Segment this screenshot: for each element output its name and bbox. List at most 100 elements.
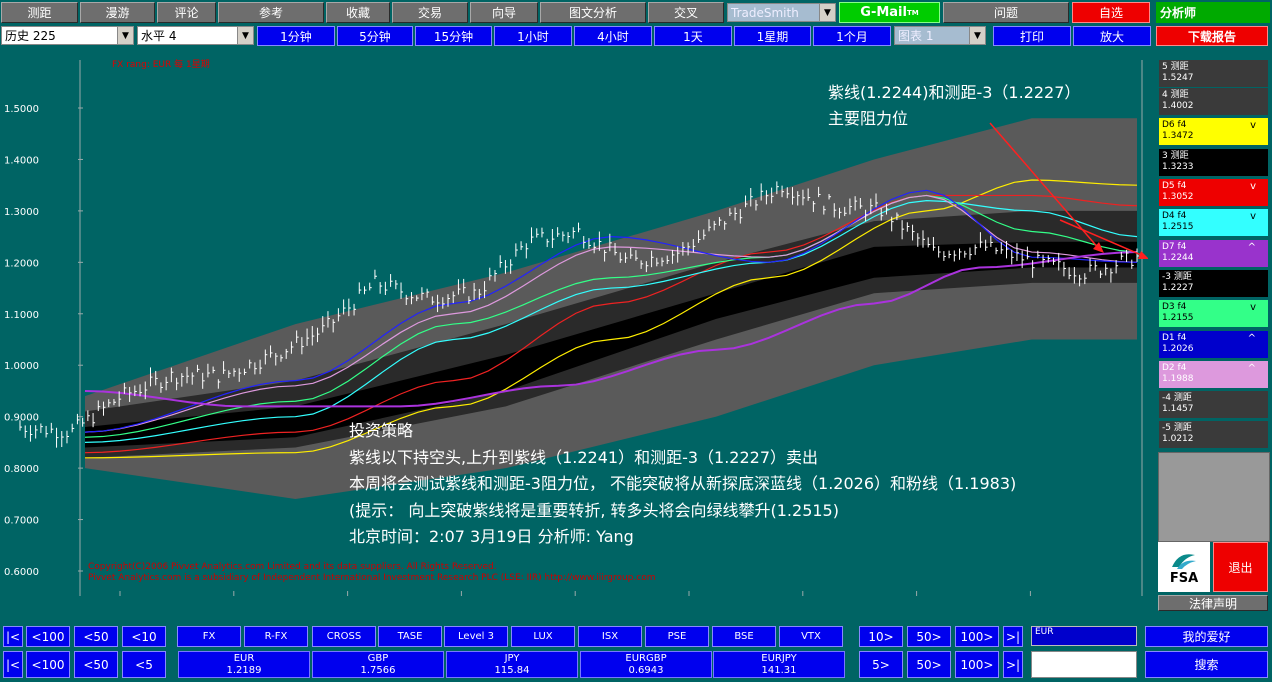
annotation-line1: 紫线(1.2244)和测距-3（1.2227） [828,83,1081,102]
nav-back-100-button[interactable]: <100 [26,626,70,647]
y-tick-label: 0.7000 [4,516,39,527]
quote-eurjpy[interactable]: EURJPY 141.31 [713,651,845,678]
exchange-isx-button[interactable]: ISX [578,626,642,647]
nav2-fwd-50-button[interactable]: 50> [907,651,951,678]
indicator-item[interactable]: D4 f4 1.2515 v [1159,209,1268,236]
nav2-first-button[interactable]: |< [3,651,23,678]
indicator-item[interactable]: 4 测距 1.4002 [1159,88,1268,115]
exchange-r-fx-button[interactable]: R-FX [244,626,308,647]
quote-jpy[interactable]: JPY 115.84 [446,651,578,678]
nav-back-50-button[interactable]: <50 [74,626,118,647]
quote-eurgbp[interactable]: EURGBP 0.6943 [580,651,712,678]
nav-comment[interactable]: 评论 [157,2,216,23]
nav2-back-100-button[interactable]: <100 [26,651,70,678]
indicator-item[interactable]: D5 f4 1.3052 v [1159,179,1268,206]
nav2-back-5-button[interactable]: <5 [122,651,166,678]
nav-favorites[interactable]: 收藏 [326,2,390,23]
copyright-line1: Copyright(C)2006 Pivvet Analytics.com Li… [88,562,497,572]
fsa-logo: FSA [1158,542,1210,592]
search-input[interactable] [1031,651,1137,678]
indicator-item[interactable]: -4 测距 1.1457 [1159,391,1268,418]
indicator-item[interactable]: D2 f4 1.1988 ^ [1159,361,1268,388]
indicator-item[interactable]: -5 测距 1.0212 [1159,421,1268,448]
nav-fwd-10-button[interactable]: 10> [859,626,903,647]
indicator-item[interactable]: -3 测距 1.2227 [1159,270,1268,297]
indicator-item[interactable]: D3 f4 1.2155 v [1159,300,1268,327]
copyright-line2: Pivvet Analytics.com is a subsidiary of … [88,573,656,583]
indicator-value: 1.2244 [1162,253,1194,263]
nav-wizard[interactable]: 向导 [470,2,538,23]
strategy-title: 投资策略 [349,421,414,440]
indicator-item[interactable]: 5 测距 1.5247 [1159,60,1268,87]
legal-notice-button[interactable]: 法律声明 [1158,595,1268,611]
nav2-back-50-button[interactable]: <50 [74,651,118,678]
period-1hour[interactable]: 1小时 [494,26,572,46]
zoom-button[interactable]: 放大 [1073,26,1151,46]
chevron-down-icon: v [1250,181,1256,192]
print-button[interactable]: 打印 [993,26,1071,46]
indicator-item[interactable]: D6 f4 1.3472 v [1159,118,1268,145]
chevron-down-icon: ▼ [237,27,253,44]
strategy-line4: 北京时间：2:07 3月19日 分析师: Yang [349,527,634,546]
period-1day[interactable]: 1天 [654,26,732,46]
nav-trade[interactable]: 交易 [392,2,468,23]
exchange-vtx-button[interactable]: VTX [779,626,843,647]
indicator-label: -3 测距 [1162,272,1192,282]
nav-cross[interactable]: 交叉 [648,2,724,23]
exchange-bse-button[interactable]: BSE [712,626,776,647]
exchange-lux-button[interactable]: LUX [511,626,575,647]
indicator-value: 1.5247 [1162,73,1194,83]
nav2-fwd-5-button[interactable]: 5> [859,651,903,678]
indicator-item[interactable]: 3 测距 1.3233 [1159,149,1268,176]
nav-reference[interactable]: 参考 [218,2,324,23]
y-tick-label: 1.3000 [4,207,39,218]
quote-name: GBP [367,653,389,664]
chart-select[interactable]: 图表 1 ▼ [894,26,986,45]
exchange-cross-button[interactable]: CROSS [312,626,376,647]
period-5min[interactable]: 5分钟 [337,26,413,46]
chevron-down-icon: ▼ [819,4,835,21]
tradesmith-select[interactable]: TradeSmith ▼ [727,3,836,22]
indicator-item[interactable]: D7 f4 1.2244 ^ [1159,240,1268,267]
nav-roam[interactable]: 漫游 [80,2,155,23]
nav-chart-analysis[interactable]: 图文分析 [540,2,646,23]
exchange-pse-button[interactable]: PSE [645,626,709,647]
nav-first-button[interactable]: |< [3,626,23,647]
quote-value: 141.31 [761,665,797,676]
nav-fwd-50-button[interactable]: 50> [907,626,951,647]
indicator-value: 1.2155 [1162,313,1194,323]
gmail-button[interactable]: G-Mail TM [839,2,940,23]
exchange-tase-button[interactable]: TASE [378,626,442,647]
nav-back-10-button[interactable]: <10 [122,626,166,647]
strategy-line3: (提示： 向上突破紫线将是重要转折, 转多头将会向绿线攀升(1.2515) [349,500,839,520]
symbol-input[interactable]: EUR [1031,626,1137,646]
chevron-down-icon: v [1250,302,1256,313]
quote-eur[interactable]: EUR 1.2189 [178,651,310,678]
download-report-button[interactable]: 下载报告 [1156,26,1268,46]
my-favorites-button[interactable]: 我的爱好 [1145,626,1268,647]
quote-name: EURJPY [761,653,797,664]
nav-fwd-100-button[interactable]: 100> [955,626,999,647]
period-1month[interactable]: 1个月 [813,26,891,46]
nav2-fwd-100-button[interactable]: 100> [955,651,999,678]
indicator-label: -5 测距 [1162,423,1192,433]
period-1min[interactable]: 1分钟 [257,26,335,46]
nav2-last-button[interactable]: >| [1003,651,1023,678]
exit-button[interactable]: 退出 [1213,542,1268,592]
period-4hour[interactable]: 4小时 [574,26,652,46]
level-select[interactable]: 水平 4 ▼ [137,26,254,45]
indicator-item[interactable]: D1 f4 1.2026 ^ [1159,331,1268,358]
history-select[interactable]: 历史 225 ▼ [1,26,134,45]
question-button[interactable]: 问题 [943,2,1069,23]
chevron-up-icon: ^ [1247,333,1256,344]
search-button[interactable]: 搜索 [1145,651,1268,678]
period-1week[interactable]: 1星期 [734,26,811,46]
indicator-value: 1.1988 [1162,374,1194,384]
period-15min[interactable]: 15分钟 [415,26,492,46]
quote-gbp[interactable]: GBP 1.7566 [312,651,444,678]
exchange-level-3-button[interactable]: Level 3 [444,626,508,647]
nav-last-button[interactable]: >| [1003,626,1023,647]
custom-button[interactable]: 自选 [1072,2,1150,23]
nav-measure[interactable]: 测距 [1,2,78,23]
exchange-fx-button[interactable]: FX [177,626,241,647]
